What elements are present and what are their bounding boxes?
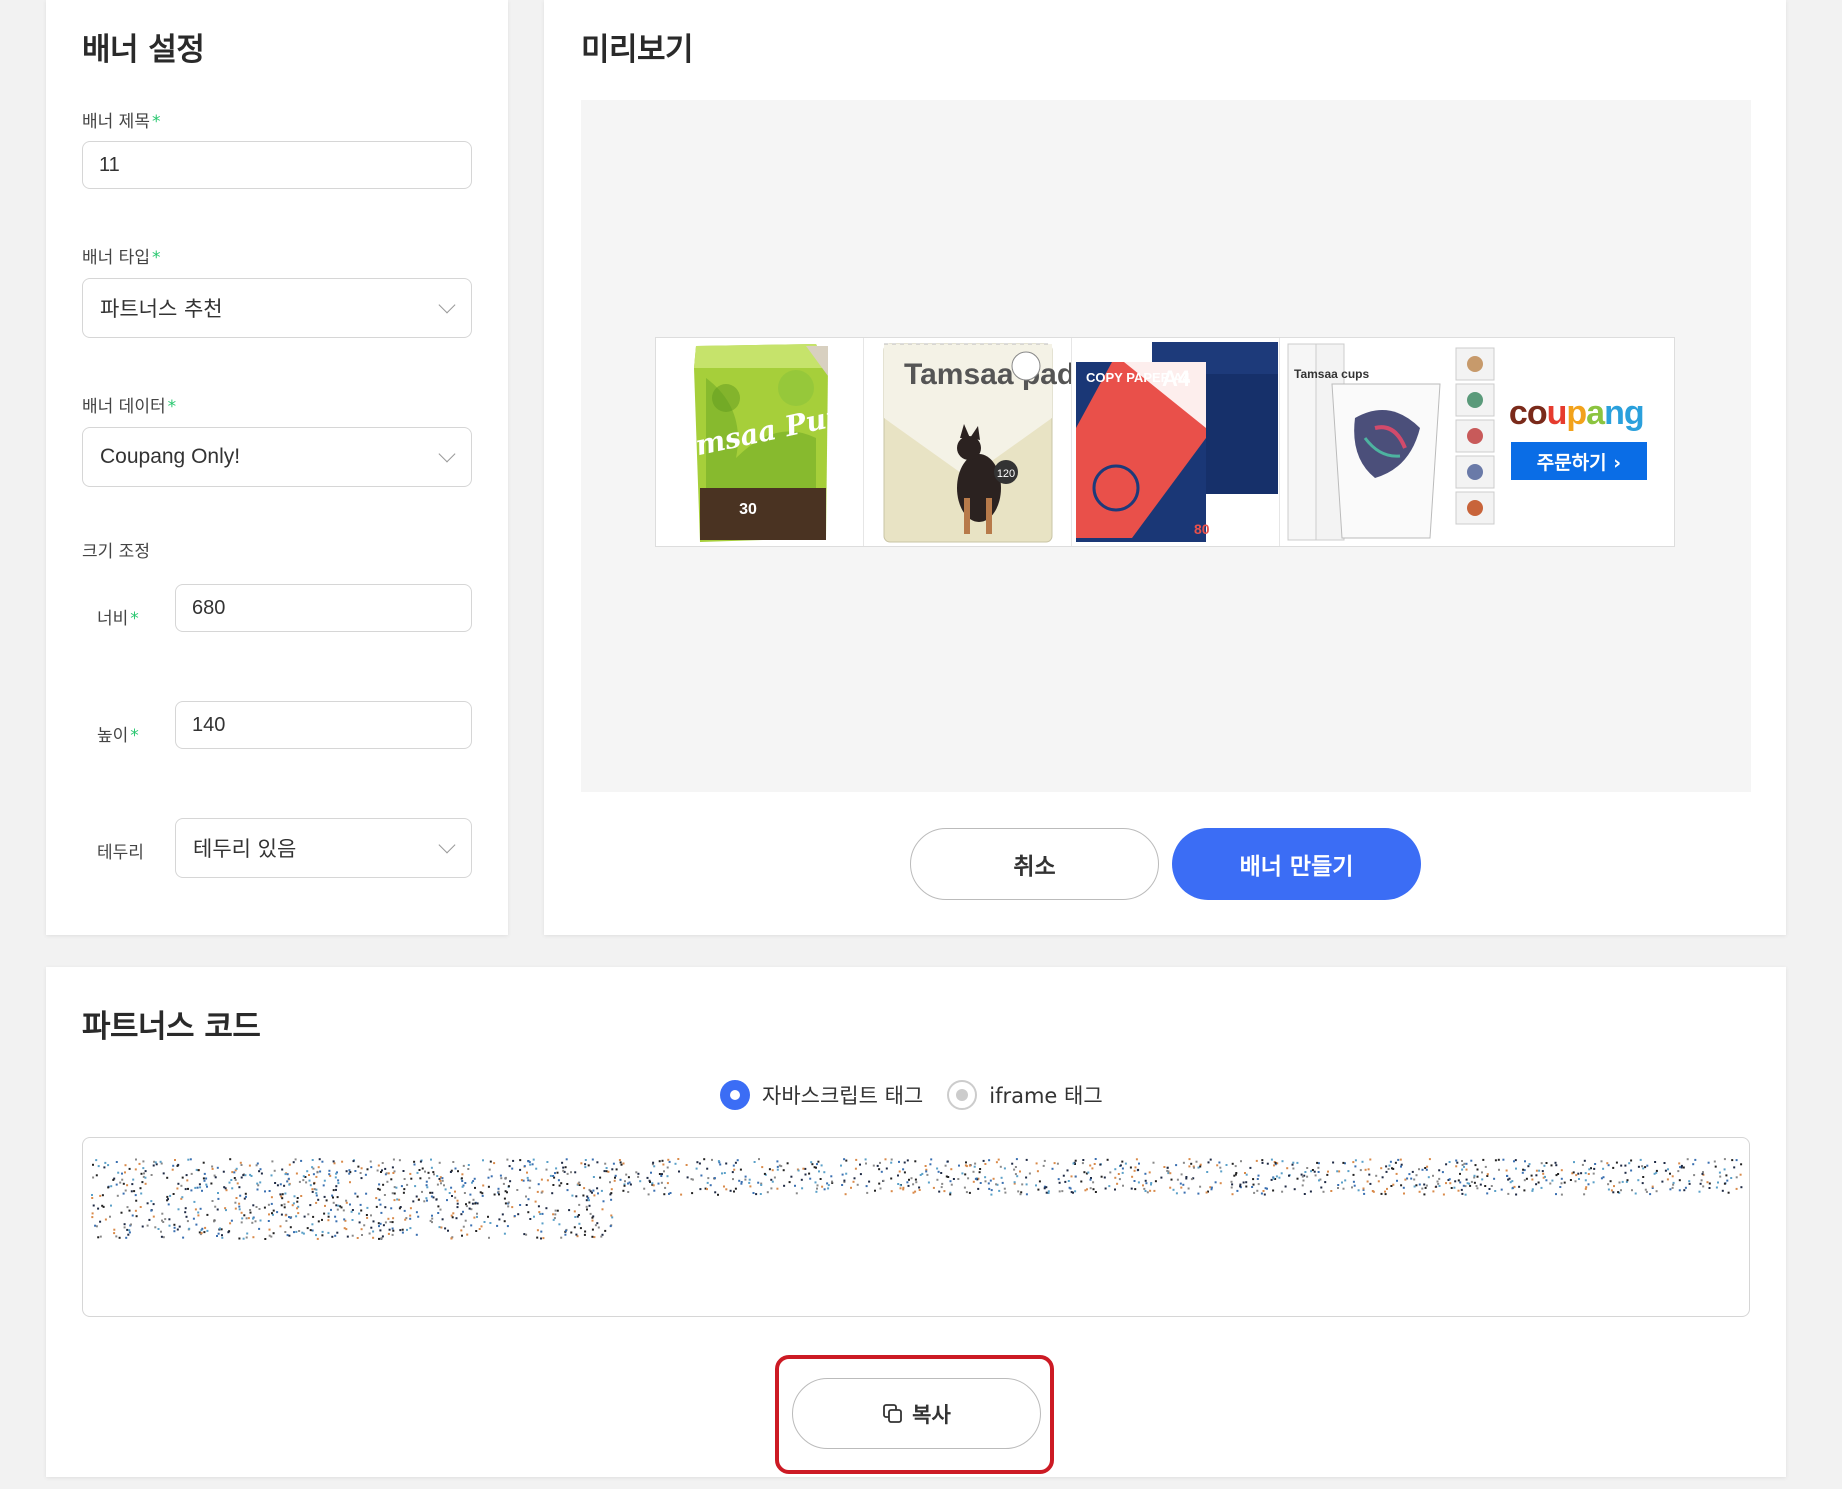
border-label: 테두리 (97, 843, 144, 863)
redacted-code-noise (91, 1158, 1743, 1240)
radio-unchecked-icon (947, 1080, 978, 1110)
chevron-down-icon (438, 296, 456, 314)
preview-card: 미리보기 Tamsaa Pure 30 Tamsaa pad 120 COPY … (544, 0, 1786, 935)
code-type-radio-group: 자바스크립트 태그 iframe 태그 (720, 1080, 1103, 1110)
tissue-box-image: Tamsaa Pure 30 (657, 344, 861, 542)
chevron-down-icon (438, 836, 456, 854)
banner-settings-card: 배너 설정 배너 제목 * 11 배너 타입 * 파트너스 추천 배너 데이터 * C… (46, 0, 508, 935)
banner-data-value: Coupang Only! (100, 445, 241, 468)
copy-icon (883, 1403, 903, 1423)
height-label: 높이 * (97, 726, 139, 746)
banner-data-label: 배너 데이터 * (82, 397, 177, 417)
height-input[interactable]: 140 (175, 701, 472, 749)
order-button[interactable]: 주문하기 › (1510, 442, 1647, 480)
radio-javascript-tag[interactable]: 자바스크립트 태그 (720, 1080, 923, 1110)
banner-type-value: 파트너스 추천 (100, 297, 223, 321)
border-select[interactable]: 테두리 있음 (175, 818, 472, 878)
create-banner-button[interactable]: 배너 만들기 (1172, 828, 1421, 900)
radio-iframe-tag[interactable]: iframe 태그 (947, 1080, 1103, 1110)
banner-type-label: 배너 타입 * (82, 248, 161, 268)
product-badge: 120 (997, 468, 1015, 480)
product-badge: 80 (1194, 521, 1210, 537)
size-label: 크기 조정 (82, 542, 150, 562)
product-tile[interactable]: Tamsaa Pure 30 (656, 338, 864, 546)
product-tile[interactable]: Tamsaa pad 120 (864, 338, 1072, 546)
product-badge: 30 (739, 501, 757, 518)
copy-label: 복사 (912, 1402, 951, 1427)
coupang-logo: coupang (1508, 394, 1645, 432)
copy-paper-image: COPY PAPER A4 A4 80 (1075, 342, 1278, 542)
banner-type-select[interactable]: 파트너스 추천 (82, 278, 472, 338)
code-title: 파트너스 코드 (82, 1009, 261, 1045)
product-name: Tamsaa pad (904, 358, 1072, 391)
width-label: 너비 * (97, 609, 139, 629)
preview-title: 미리보기 (581, 32, 694, 68)
pet-pad-image: Tamsaa pad 120 (883, 343, 1072, 543)
chevron-down-icon (438, 445, 456, 463)
radio-label: 자바스크립트 태그 (762, 1084, 924, 1108)
radio-checked-icon (720, 1080, 750, 1110)
width-input[interactable]: 680 (175, 584, 472, 632)
svg-text:A4: A4 (1162, 366, 1191, 391)
code-textarea[interactable] (82, 1137, 1750, 1317)
radio-label: iframe 태그 (989, 1084, 1103, 1108)
banner-data-select[interactable]: Coupang Only! (82, 427, 472, 487)
copy-button[interactable]: 복사 (792, 1378, 1041, 1449)
banner-preview[interactable]: Tamsaa Pure 30 Tamsaa pad 120 COPY PAPER… (655, 337, 1675, 547)
banner-title-label: 배너 제목 * (82, 112, 161, 132)
product-name: Tamsaa cups (1294, 367, 1369, 381)
product-tile[interactable]: COPY PAPER A4 A4 80 (1072, 338, 1280, 546)
settings-title: 배너 설정 (82, 32, 205, 68)
cancel-button[interactable]: 취소 (910, 828, 1159, 900)
border-value: 테두리 있음 (193, 837, 297, 861)
preview-area: Tamsaa Pure 30 Tamsaa pad 120 COPY PAPER… (581, 100, 1751, 792)
banner-title-input[interactable]: 11 (82, 141, 472, 189)
product-tile[interactable]: Tamsaa cups coupang 주문하기 › (1280, 338, 1674, 546)
paper-cups-image: Tamsaa cups (1287, 343, 1495, 541)
